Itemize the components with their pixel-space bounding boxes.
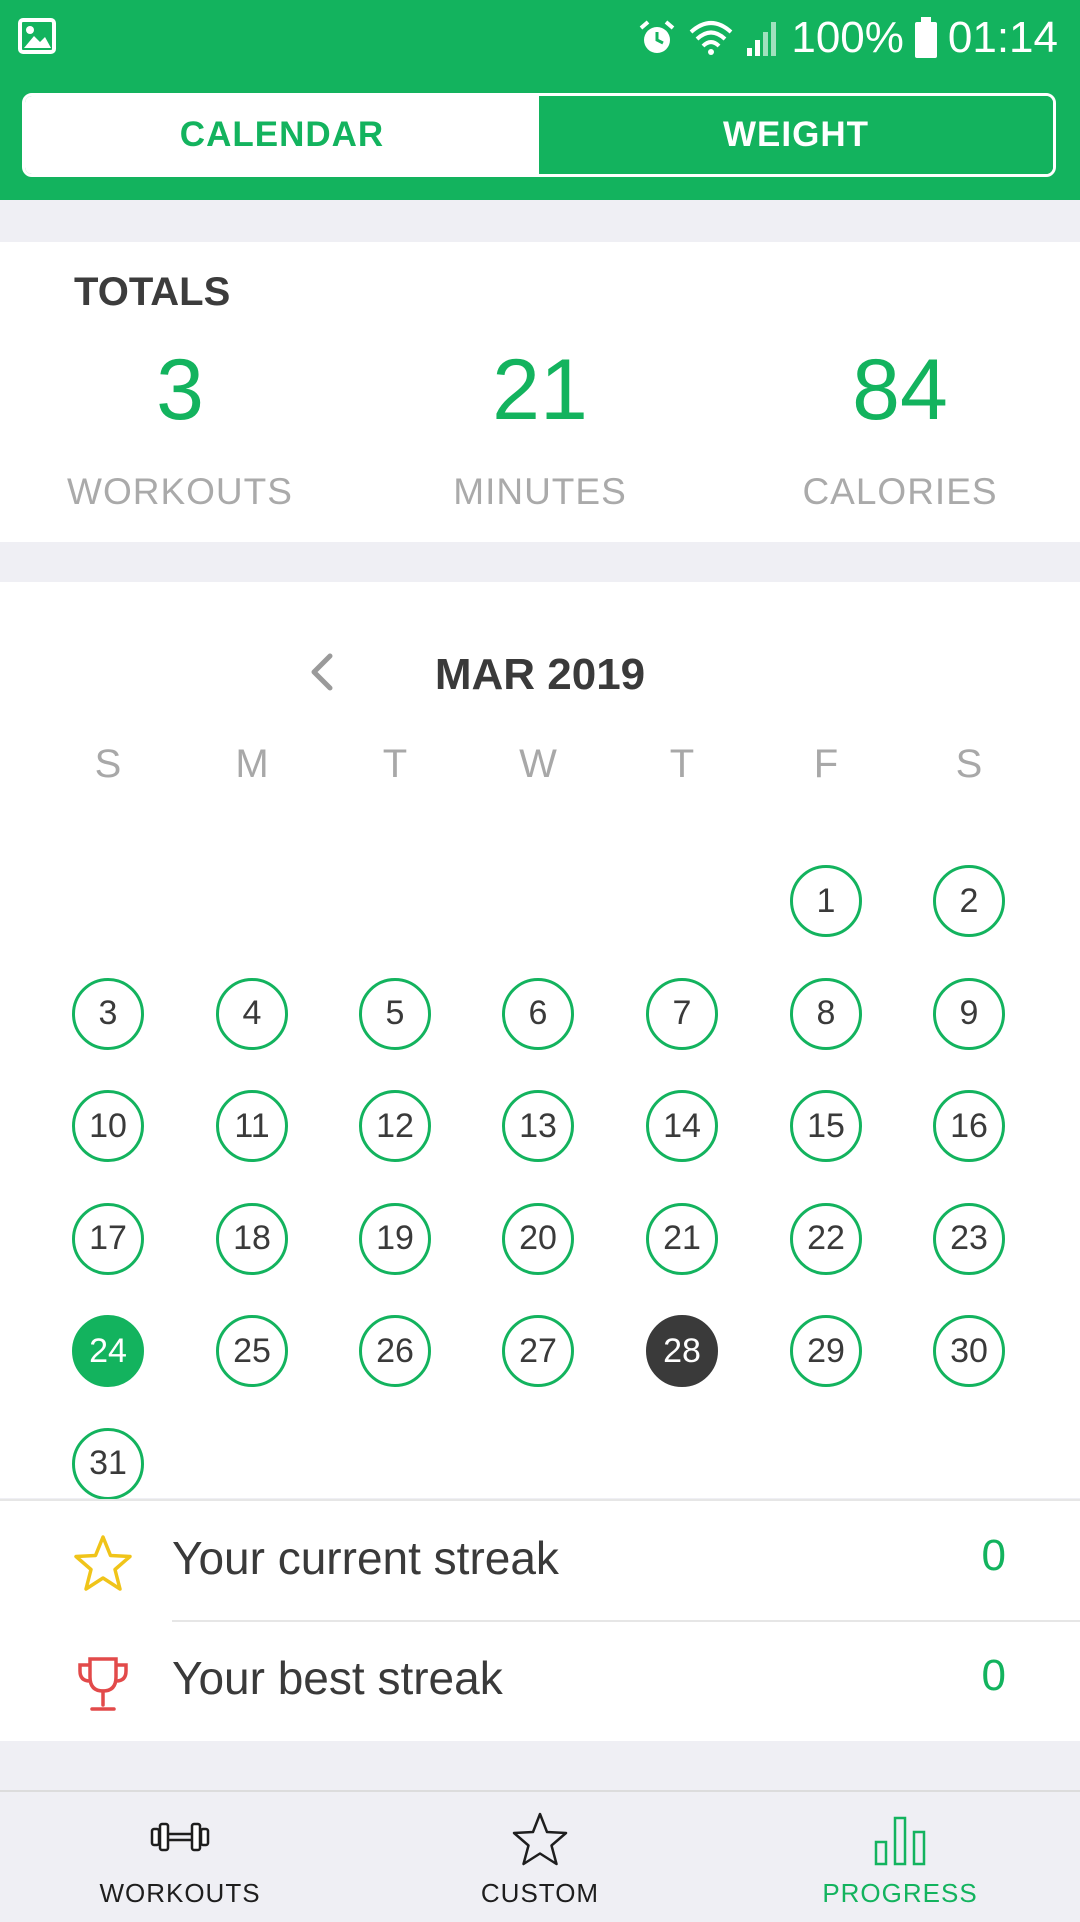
calories-value: 84 xyxy=(852,342,948,438)
signal-icon xyxy=(747,22,777,56)
star-outline-icon xyxy=(512,1812,568,1866)
streaks-card: Your current streak 0 Your best streak 0 xyxy=(0,1499,1080,1741)
calendar-day[interactable]: 29 xyxy=(790,1315,862,1387)
weekday-label: S xyxy=(955,742,983,786)
battery-icon xyxy=(914,17,937,58)
tab-weight[interactable]: WEIGHT xyxy=(539,96,1053,174)
calendar-day[interactable]: 16 xyxy=(933,1090,1005,1162)
current-streak-row: Your current streak 0 xyxy=(0,1501,1080,1619)
calendar-day[interactable]: 25 xyxy=(216,1315,288,1387)
stat-calories: 84 CALORIES xyxy=(750,347,1050,513)
calendar-day[interactable]: 4 xyxy=(216,977,288,1050)
calendar-card: MAR 2019 S M T W T F S 1 2 3 4 5 6 7 8 9 10 11 12 13… xyxy=(0,582,1080,1500)
calendar-day[interactable]: 12 xyxy=(359,1090,431,1162)
totals-title: TOTALS xyxy=(74,270,231,314)
calendar-day[interactable]: 15 xyxy=(790,1090,862,1162)
best-streak-value: 0 xyxy=(981,1651,1006,1700)
calories-label: CALORIES xyxy=(802,471,998,512)
calendar-day[interactable]: 28 xyxy=(646,1315,718,1387)
dumbbell-icon xyxy=(150,1822,210,1852)
bar-chart-icon xyxy=(874,1816,926,1866)
nav-progress-label: PROGRESS xyxy=(822,1878,978,1908)
calendar-day[interactable]: 21 xyxy=(646,1202,718,1275)
app-header: 100% 01:14 CALENDAR WEIGHT xyxy=(0,0,1080,200)
nav-custom-label: CUSTOM xyxy=(480,1878,600,1908)
calendar-day[interactable]: 22 xyxy=(790,1202,862,1275)
nav-workouts[interactable]: WORKOUTS xyxy=(0,1792,360,1922)
totals-card: TOTALS 3 WORKOUTS 21 MINUTES 84 CALORIES xyxy=(0,242,1080,542)
calendar-day[interactable]: 2 xyxy=(933,865,1005,937)
weekday-label: S xyxy=(94,742,122,786)
minutes-value: 21 xyxy=(492,342,588,438)
calendar-day[interactable]: 7 xyxy=(646,977,718,1050)
calendar-header: MAR 2019 xyxy=(0,632,1080,712)
calendar-day[interactable]: 30 xyxy=(933,1315,1005,1387)
current-streak-label: Your current streak xyxy=(172,1532,559,1584)
weekday-label: M xyxy=(235,742,269,786)
workouts-value: 3 xyxy=(156,342,204,438)
current-streak-value: 0 xyxy=(981,1531,1006,1580)
weekday-label: F xyxy=(813,742,839,786)
calendar-day[interactable]: 8 xyxy=(790,977,862,1050)
chevron-left-icon[interactable] xyxy=(302,650,342,694)
minutes-label: MINUTES xyxy=(453,471,627,512)
calendar-day[interactable]: 24 xyxy=(72,1315,144,1387)
calendar-day[interactable]: 13 xyxy=(502,1090,574,1162)
calendar-day[interactable]: 27 xyxy=(502,1315,574,1387)
calendar-day[interactable]: 1 xyxy=(790,865,862,937)
status-right: 100% 01:14 xyxy=(637,10,1058,66)
gallery-icon xyxy=(18,18,56,54)
calendar-day[interactable]: 23 xyxy=(933,1202,1005,1275)
workouts-label: WORKOUTS xyxy=(67,471,293,512)
weekday-label: W xyxy=(519,742,557,786)
calendar-day[interactable]: 11 xyxy=(216,1090,288,1162)
bottom-nav: WORKOUTS CUSTOM PROGRESS xyxy=(0,1790,1080,1922)
calendar-day[interactable]: 31 xyxy=(72,1427,144,1500)
calendar-day[interactable]: 9 xyxy=(933,977,1005,1050)
alarm-icon xyxy=(640,20,675,53)
calendar-day[interactable]: 19 xyxy=(359,1202,431,1275)
tab-calendar[interactable]: CALENDAR xyxy=(25,96,539,174)
star-icon xyxy=(74,1535,132,1591)
stat-minutes: 21 MINUTES xyxy=(390,347,690,513)
calendar-day[interactable]: 3 xyxy=(72,977,144,1050)
weekday-label: T xyxy=(382,742,408,786)
trophy-icon xyxy=(78,1657,128,1711)
calendar-day[interactable]: 10 xyxy=(72,1090,144,1162)
calendar-day[interactable]: 18 xyxy=(216,1202,288,1275)
nav-workouts-label: WORKOUTS xyxy=(99,1878,261,1908)
stat-workouts: 3 WORKOUTS xyxy=(30,347,330,513)
calendar-day[interactable]: 20 xyxy=(502,1202,574,1275)
best-streak-row: Your best streak 0 xyxy=(0,1621,1080,1739)
clock: 01:14 xyxy=(947,13,1058,62)
best-streak-label: Your best streak xyxy=(172,1652,503,1704)
weekday-label: T xyxy=(669,742,695,786)
calendar-day[interactable]: 26 xyxy=(359,1315,431,1387)
nav-progress[interactable]: PROGRESS xyxy=(720,1792,1080,1922)
wifi-icon xyxy=(690,21,733,55)
battery-percent: 100% xyxy=(791,13,904,62)
calendar-day[interactable]: 5 xyxy=(359,977,431,1050)
calendar-day[interactable]: 6 xyxy=(502,977,574,1050)
month-label: MAR 2019 xyxy=(434,650,646,699)
calendar-day[interactable]: 14 xyxy=(646,1090,718,1162)
calendar-day[interactable]: 17 xyxy=(72,1202,144,1275)
weekday-header: S M T W T F S xyxy=(0,742,1080,792)
nav-custom[interactable]: CUSTOM xyxy=(360,1792,720,1922)
status-bar: 100% 01:14 xyxy=(0,0,1080,76)
view-switcher: CALENDAR WEIGHT xyxy=(22,93,1056,177)
